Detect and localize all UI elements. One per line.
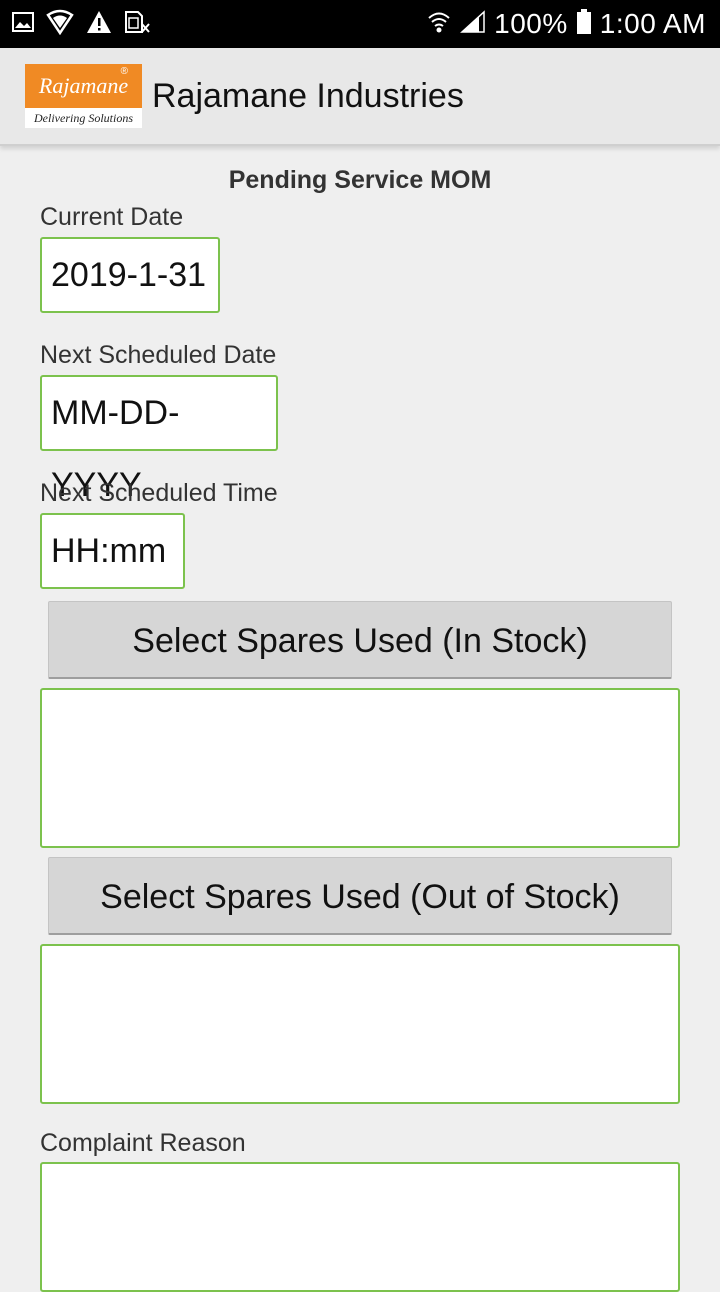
wifi-icon [426,9,452,40]
next-scheduled-time-field[interactable]: HH:mm [40,513,185,589]
warning-icon [86,10,112,39]
app-title: Rajamane Industries [152,77,464,115]
company-logo: Rajamane ® Delivering Solutions [25,64,142,128]
spares-out-of-stock-list[interactable] [40,944,680,1104]
signal-icon [460,9,486,39]
spares-in-stock-list[interactable] [40,688,680,848]
select-spares-out-of-stock-button[interactable]: Select Spares Used (Out of Stock) [48,857,672,935]
clock: 1:00 AM [599,8,706,39]
status-bar: 100% 1:00 AM [0,0,720,48]
image-icon [12,11,34,38]
complaint-reason-label: Complaint Reason [40,1129,246,1157]
select-spares-in-stock-button[interactable]: Select Spares Used (In Stock) [48,601,672,679]
battery-percent: 100% [494,8,568,39]
next-scheduled-date-label: Next Scheduled Date [40,341,277,369]
next-scheduled-date-field[interactable]: MM-DD-YYYY [40,375,278,504]
complaint-reason-input[interactable] [40,1162,680,1292]
current-date-field[interactable]: 2019-1-31 [40,237,220,313]
current-date-label: Current Date [40,203,184,231]
form-title: Pending Service MOM [228,166,492,194]
battery-icon [576,8,592,40]
sim-icon [124,10,150,39]
shield-icon [46,9,74,40]
logo-tagline: Delivering Solutions [34,111,133,125]
registered-mark-icon: ® [120,66,128,77]
next-scheduled-time-label: Next Scheduled Time [40,479,278,507]
